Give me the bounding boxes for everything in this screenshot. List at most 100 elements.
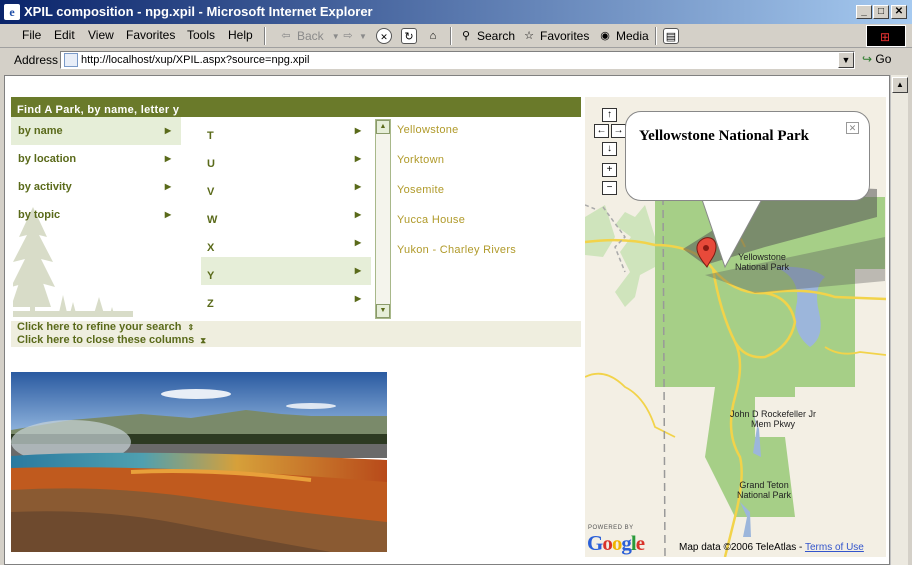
page-icon [64,53,78,67]
letter-item[interactable]: U ▶ [201,145,371,173]
pan-right-button[interactable]: → [611,124,626,138]
go-arrow-icon: ↪ [862,52,873,66]
park-link[interactable]: Yellowstone [397,117,459,147]
page-scrollbar[interactable]: ▲ [890,75,908,565]
terms-of-use-link[interactable]: Terms of Use [805,542,864,553]
scroll-down-arrow[interactable]: ▼ [376,304,390,318]
address-dropdown-button[interactable]: ▼ [838,52,854,68]
chevron-right-icon: ▶ [164,210,171,219]
chevron-right-icon: ▶ [164,126,171,135]
menu-file[interactable]: File [22,28,41,42]
letter-scrollbar[interactable]: ▲ ▼ [375,119,391,319]
pan-down-button[interactable]: ↓ [602,142,617,156]
letter-item[interactable]: Y ▶ [201,257,371,285]
history-icon: ▤ [663,28,679,44]
go-button[interactable]: ↪ Go [862,52,891,66]
map-label-line: Grand Teton [739,480,789,490]
search-label: Search [477,29,516,43]
park-link[interactable]: Yorktown [397,147,444,177]
pan-up-button[interactable]: ↑ [602,108,617,122]
park-finder: Find A Park, by name, letter y by name ▶ b… [11,97,581,347]
back-arrow-icon: ⇦ [281,30,291,42]
letter-label: X [207,242,215,254]
category-label: by location [18,153,77,165]
windows-flag-icon: ⊞ [880,30,891,44]
category-label: by name [18,125,63,137]
park-link[interactable]: Yucca House [397,207,465,237]
favorites-icon: ☆ [524,30,534,42]
scroll-up-arrow[interactable]: ▲ [892,77,908,93]
forward-arrow-icon: ⇨ [343,30,353,42]
pan-left-button[interactable]: ← [594,124,609,138]
park-link[interactable]: Yosemite [397,177,444,207]
letter-item[interactable]: T ▶ [201,117,371,145]
map-credit: Map data ©2006 TeleAtlas - Terms of Use [679,542,864,553]
stop-icon: ✕ [376,28,392,44]
letter-label: Y [207,270,215,282]
back-label: Back [297,29,324,43]
letter-label: U [207,158,215,170]
map-label-line: Mem Pkwy [751,419,796,429]
park-list: Yellowstone Yorktown Yosemite Yucca House Yu… [397,117,581,319]
chevron-right-icon: ▶ [164,154,171,163]
home-button[interactable]: ⌂ [425,27,444,45]
letter-item[interactable]: Z ▶ [201,285,371,313]
scroll-up-arrow[interactable]: ▲ [376,120,390,134]
letter-column: T ▶ U ▶ V ▶ W ▶ X ▶ Y ▶ Z ▶ [201,117,371,319]
minimize-button[interactable]: _ [856,5,872,19]
toolbar-separator [655,27,657,45]
map-panel[interactable]: ↑ ← → ↓ + − Yellowstone National Park ✕ … [585,97,886,557]
category-column: by name ▶ by location ▶ by activity ▶ by topic… [11,117,181,319]
category-item[interactable]: by activity ▶ [11,173,181,201]
address-input[interactable]: http://localhost/xup/XPIL.aspx?source=np… [60,51,855,69]
category-item[interactable]: by name ▶ [11,117,181,145]
menu-edit[interactable]: Edit [54,28,75,42]
menu-tools[interactable]: Tools [187,28,215,42]
map-label-rockefeller: John D Rockefeller Jr Mem Pkwy [730,409,816,429]
park-link[interactable]: Yukon - Charley Rivers [397,237,516,267]
history-button[interactable]: ▤ [663,27,682,45]
chevron-right-icon: ▶ [354,126,361,135]
info-window-title: Yellowstone National Park [639,128,809,144]
chevron-right-icon: ▶ [354,154,361,163]
category-item[interactable]: by location ▶ [11,145,181,173]
chevron-right-icon: ▶ [354,182,361,191]
refine-search-link[interactable]: Click here to refine your search ⇕ [11,321,581,334]
dropdown-arrow-icon[interactable]: ▼ [332,32,340,41]
map-label-line: John D Rockefeller Jr [730,409,817,419]
dropdown-arrow-icon[interactable]: ▼ [359,32,367,41]
maximize-button[interactable]: □ [873,5,889,19]
stop-button[interactable]: ✕ [376,27,395,45]
search-button[interactable]: ⚲ Search [458,27,515,45]
letter-item[interactable]: X ▶ [201,229,371,257]
google-logo: Google [587,531,645,555]
media-icon: ◉ [600,30,610,42]
letter-item[interactable]: V ▶ [201,173,371,201]
finder-heading: Find A Park, by name, letter y [11,97,581,117]
forward-button[interactable]: ⇨ ▼ [340,27,367,45]
zoom-out-button[interactable]: − [602,181,617,195]
letter-label: V [207,186,215,198]
close-columns-link[interactable]: Click here to close these columns ⧗ [11,334,581,347]
category-item[interactable]: by topic ▶ [11,201,181,229]
menu-view[interactable]: View [88,28,114,42]
map-label-line: National Park [735,262,790,272]
close-button[interactable]: ✕ [891,5,907,19]
map-label-teton: Grand Teton National Park [737,480,791,500]
ie-icon: e [4,4,20,20]
toolbar-separator [264,27,266,45]
category-label: by activity [18,181,72,193]
menu-toolbar: File Edit View Favorites Tools Help ⇦ Ba… [0,24,912,48]
menu-help[interactable]: Help [228,28,253,42]
zoom-in-button[interactable]: + [602,163,617,177]
media-button[interactable]: ◉ Media [597,27,649,45]
menu-favorites[interactable]: Favorites [126,28,175,42]
chevron-right-icon: ▶ [354,294,361,303]
refresh-button[interactable]: ↻ [401,27,420,45]
favorites-button[interactable]: ☆ Favorites [521,27,589,45]
letter-label: W [207,214,218,226]
letter-item[interactable]: W ▶ [201,201,371,229]
map-label-line: National Park [737,490,792,500]
back-button[interactable]: ⇦ Back ▼ [278,27,340,45]
info-window-close-icon[interactable]: ✕ [846,122,859,134]
